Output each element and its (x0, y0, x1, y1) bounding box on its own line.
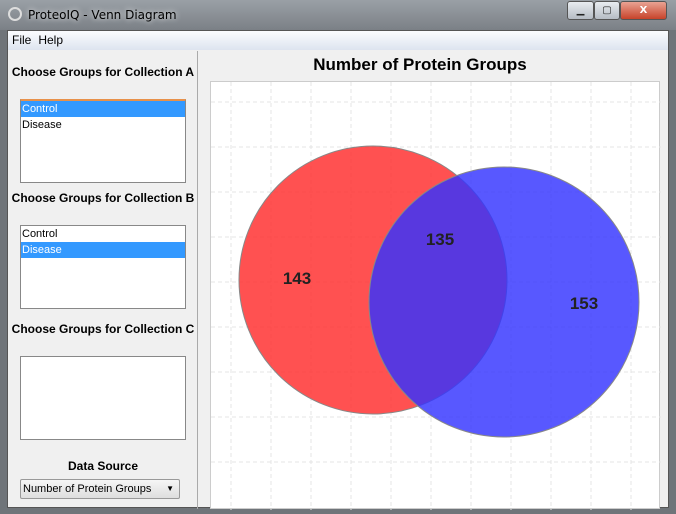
collection-c-heading: Choose Groups for Collection C (11, 322, 195, 336)
minimize-button[interactable]: ▁ (567, 1, 594, 20)
client-area: File Help Choose Groups for Collection A … (7, 30, 670, 510)
close-button[interactable]: X (620, 1, 667, 20)
window-title: ProteoIQ - Venn Diagram (28, 8, 177, 22)
collection-b-list[interactable]: Control Disease (20, 225, 186, 309)
label-intersection: 135 (426, 230, 454, 249)
menu-file[interactable]: File (8, 31, 34, 47)
collection-b-heading: Choose Groups for Collection B (11, 191, 195, 205)
data-source-label: Data Source (67, 459, 139, 473)
plot-area: 143 135 153 (210, 81, 661, 510)
chart-title: Number of Protein Groups (313, 55, 527, 74)
chart-panel: Number of Protein Groups 143 135 153 (200, 51, 670, 510)
app-icon (8, 7, 22, 21)
maximize-button[interactable]: ▢ (594, 1, 620, 20)
label-b-only: 153 (570, 294, 598, 313)
list-item[interactable]: Disease (21, 117, 185, 133)
data-source-value: Number of Protein Groups (23, 483, 152, 495)
label-a-only: 143 (283, 269, 311, 288)
venn-circle-b (368, 166, 640, 438)
data-source-select[interactable]: Number of Protein Groups ▼ (20, 479, 180, 499)
collection-c-list[interactable] (20, 356, 186, 440)
left-panel: Choose Groups for Collection A Control D… (8, 51, 198, 509)
list-item[interactable]: Disease (21, 242, 185, 258)
title-bar: ProteoIQ - Venn Diagram ▁ ▢ X (0, 0, 676, 30)
collection-a-list[interactable]: Control Disease (20, 99, 186, 183)
chevron-down-icon: ▼ (166, 484, 174, 493)
collection-a-heading: Choose Groups for Collection A (11, 65, 195, 79)
venn-svg: 143 135 153 (211, 82, 661, 510)
list-item[interactable]: Control (21, 226, 185, 242)
list-item[interactable]: Control (21, 101, 185, 117)
menu-help[interactable]: Help (34, 31, 66, 47)
menu-bar: File Help (8, 31, 668, 50)
